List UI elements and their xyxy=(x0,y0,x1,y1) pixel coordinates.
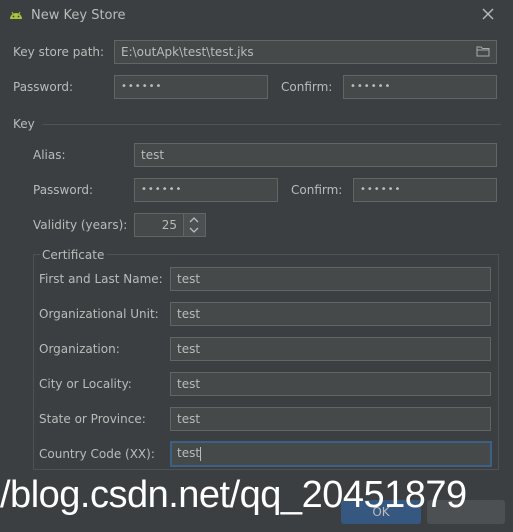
key-section-label: Key xyxy=(13,117,35,131)
city-input[interactable]: test xyxy=(170,372,491,396)
validity-value: 25 xyxy=(161,218,177,232)
text-caret xyxy=(200,446,202,461)
watermark-text: /blog.csdn.net/qq_20451879 xyxy=(0,474,467,516)
keystore-password-label: Password: xyxy=(13,80,74,94)
city-label: City or Locality: xyxy=(39,377,132,391)
key-section-divider xyxy=(42,124,501,125)
alias-label: Alias: xyxy=(33,148,66,162)
android-icon xyxy=(10,11,22,19)
country-code-value: test xyxy=(177,446,201,460)
chevron-up-icon[interactable] xyxy=(189,216,199,224)
state-input[interactable]: test xyxy=(170,407,491,431)
state-label: State or Province: xyxy=(39,412,146,426)
alias-input[interactable]: test xyxy=(134,143,497,167)
country-code-label: Country Code (XX): xyxy=(39,447,155,461)
country-code-input[interactable]: test xyxy=(170,441,492,467)
window-title: New Key Store xyxy=(31,8,126,23)
org-unit-input[interactable]: test xyxy=(170,302,491,326)
validity-spinner[interactable]: 25 xyxy=(134,213,206,237)
keystore-path-value: E:\outApk\test\test.jks xyxy=(121,45,254,59)
first-last-name-input[interactable]: test xyxy=(170,267,491,291)
key-confirm-input[interactable]: •••••• xyxy=(353,178,497,202)
certificate-section-label: Certificate xyxy=(40,247,107,263)
organization-label: Organization: xyxy=(39,342,120,356)
keystore-confirm-input[interactable]: •••••• xyxy=(343,75,497,99)
keystore-password-input[interactable]: •••••• xyxy=(114,75,268,99)
org-unit-label: Organizational Unit: xyxy=(39,307,159,321)
folder-icon[interactable] xyxy=(476,45,490,58)
key-password-label: Password: xyxy=(33,183,94,197)
key-password-input[interactable]: •••••• xyxy=(134,178,278,202)
validity-label: Validity (years): xyxy=(33,218,128,232)
chevron-down-icon[interactable] xyxy=(189,226,199,234)
key-confirm-label: Confirm: xyxy=(291,183,343,197)
keystore-path-input[interactable]: E:\outApk\test\test.jks xyxy=(114,40,497,64)
close-icon[interactable] xyxy=(481,7,495,21)
first-last-name-label: First and Last Name: xyxy=(39,272,163,286)
validity-stepper[interactable] xyxy=(183,214,205,236)
organization-input[interactable]: test xyxy=(170,337,491,361)
keystore-confirm-label: Confirm: xyxy=(281,80,333,94)
keystore-path-label: Key store path: xyxy=(13,45,105,59)
